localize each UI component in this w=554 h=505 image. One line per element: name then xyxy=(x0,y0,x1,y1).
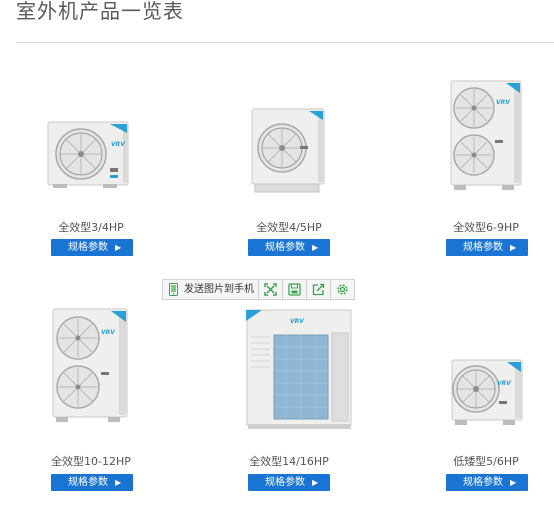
play-arrow-icon: ▶ xyxy=(510,243,517,252)
product-image[interactable]: VRV xyxy=(52,308,128,424)
product-image[interactable] xyxy=(251,108,325,194)
product-image[interactable]: VRV xyxy=(47,118,131,190)
spec-button-label: 规格参数 xyxy=(68,242,108,253)
spec-button[interactable]: 规格参数 ▶ xyxy=(446,239,528,256)
send-to-phone-button[interactable]: 发送图片到手机 xyxy=(163,280,258,299)
spec-button[interactable]: 规格参数 ▶ xyxy=(51,239,133,256)
spec-button-label: 规格参数 xyxy=(463,242,503,253)
play-arrow-icon: ▶ xyxy=(312,243,319,252)
spec-button-label: 规格参数 xyxy=(265,242,305,253)
svg-text:VRV: VRV xyxy=(496,99,511,106)
send-to-phone-label: 发送图片到手机 xyxy=(184,284,254,295)
product-label: 全效型6-9HP xyxy=(453,221,519,234)
save-icon xyxy=(288,283,301,296)
fullscreen-icon xyxy=(264,283,277,296)
image-toolbar: 发送图片到手机 xyxy=(162,279,355,300)
product-label: 低矮型5/6HP xyxy=(453,455,519,468)
spec-button-label: 规格参数 xyxy=(463,477,503,488)
title-divider xyxy=(16,42,554,43)
product-label: 全效型4/5HP xyxy=(256,221,322,234)
spec-button[interactable]: 规格参数 ▶ xyxy=(51,474,133,491)
play-arrow-icon: ▶ xyxy=(510,478,517,487)
play-arrow-icon: ▶ xyxy=(115,478,122,487)
save-button[interactable] xyxy=(282,280,306,299)
fullscreen-button[interactable] xyxy=(258,280,282,299)
product-label: 全效型14/16HP xyxy=(249,455,329,468)
play-arrow-icon: ▶ xyxy=(312,478,319,487)
settings-icon xyxy=(337,284,348,295)
product-image[interactable]: VRV xyxy=(450,80,522,192)
svg-text:VRV: VRV xyxy=(111,141,126,148)
spec-button[interactable]: 规格参数 ▶ xyxy=(446,474,528,491)
product-image[interactable]: VRV xyxy=(246,307,356,431)
product-image[interactable]: VRV xyxy=(451,359,523,427)
settings-button[interactable] xyxy=(330,280,354,299)
phone-icon xyxy=(169,283,178,296)
spec-button-label: 规格参数 xyxy=(265,477,305,488)
svg-text:VRV: VRV xyxy=(497,380,512,387)
svg-text:VRV: VRV xyxy=(290,318,305,325)
spec-button[interactable]: 规格参数 ▶ xyxy=(248,474,330,491)
page-title: 室外机产品一览表 xyxy=(16,0,184,23)
svg-text:VRV: VRV xyxy=(101,329,116,336)
share-icon xyxy=(312,283,325,296)
product-label: 全效型3/4HP xyxy=(58,221,124,234)
product-label: 全效型10-12HP xyxy=(51,455,131,468)
play-arrow-icon: ▶ xyxy=(115,243,122,252)
spec-button-label: 规格参数 xyxy=(68,477,108,488)
spec-button[interactable]: 规格参数 ▶ xyxy=(248,239,330,256)
share-button[interactable] xyxy=(306,280,330,299)
